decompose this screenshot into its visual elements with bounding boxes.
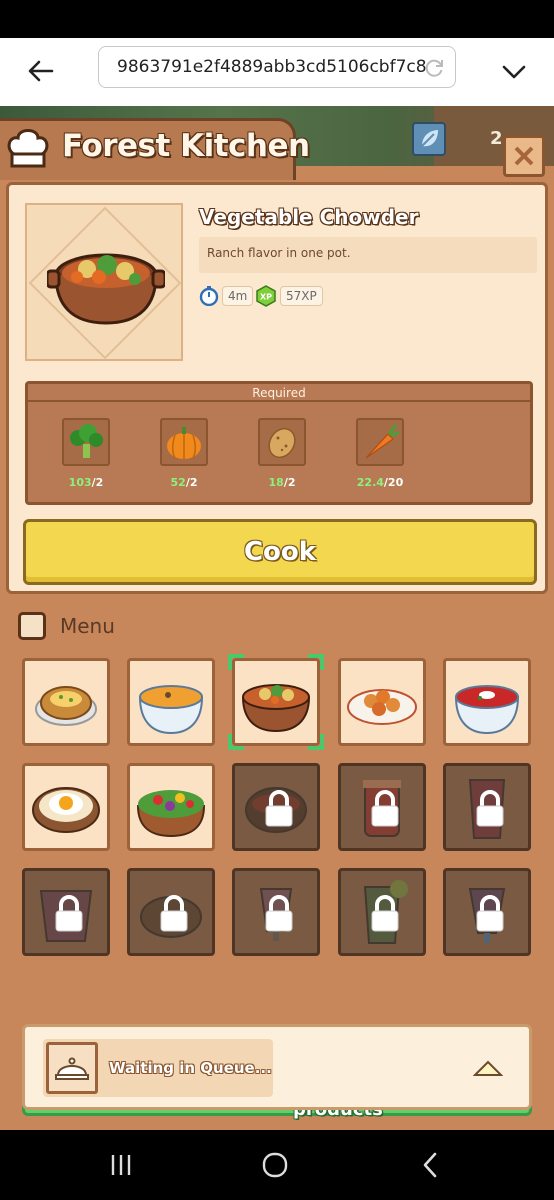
page-title: Forest Kitchen [62, 128, 310, 164]
menu-title: Menu [60, 614, 115, 638]
menu-book-icon [18, 612, 46, 640]
required-label: Required [252, 386, 306, 400]
resource-count: 2 [490, 128, 503, 149]
reload-icon[interactable] [423, 57, 445, 79]
lock-icon [476, 790, 504, 827]
menu-item-milkshake[interactable] [232, 868, 320, 956]
xp-icon: XP [256, 285, 276, 307]
lock-icon [371, 790, 399, 827]
baked-potato-icon [35, 686, 97, 726]
vegetable-chowder-icon [47, 253, 165, 325]
vegetable-chowder-icon [242, 684, 310, 733]
menu-item-porridge[interactable] [127, 868, 215, 956]
xp-reward: XP 57XP [255, 285, 323, 307]
ingredient-have: 52 [170, 476, 186, 489]
dish-image-frame [25, 203, 183, 361]
back-nav-icon[interactable] [416, 1150, 446, 1180]
ingredient-broccoli[interactable]: 103/2 [46, 418, 126, 489]
menu-item-borscht[interactable] [443, 658, 531, 746]
pumpkin-icon [167, 427, 201, 459]
chef-hat-icon [7, 129, 49, 168]
menu-item-jam-jar[interactable] [338, 763, 426, 851]
ingredient-potato[interactable]: 18/2 [242, 418, 322, 489]
pumpkin-soup-icon [138, 685, 204, 735]
url-field[interactable]: 9863791e2f4889abb3cd5106cbf7c8 [98, 46, 456, 88]
chevron-down-icon[interactable] [500, 58, 528, 86]
xp-badge-text: XP [260, 293, 272, 302]
lock-icon [476, 895, 504, 932]
back-arrow-icon[interactable] [26, 56, 56, 86]
menu-item-pumpkin-soup[interactable] [127, 658, 215, 746]
ingredient-pumpkin[interactable]: 52/2 [144, 418, 224, 489]
home-icon[interactable] [260, 1150, 290, 1180]
cook-button[interactable]: Cook [23, 519, 537, 585]
recipe-panel: Vegetable Chowder Ranch flavor in one po… [6, 182, 548, 594]
menu-item-baked-potato[interactable] [22, 658, 110, 746]
fried-dumplings-icon [347, 689, 417, 725]
queue-panel: Waiting in Queue... [22, 1024, 532, 1110]
borscht-icon [454, 685, 520, 735]
required-ingredients: Required 103/2 52/2 18/2 22.4/20 [25, 381, 533, 505]
game-view: Forest Kitchen 2 Vegetable Chowder Ranch… [0, 106, 554, 1130]
menu-item-berry-drink[interactable] [443, 763, 531, 851]
cloche-icon [55, 1057, 89, 1080]
leaf-resource-icon [412, 122, 446, 156]
menu-item-grape-drink[interactable] [443, 868, 531, 956]
ingredient-have: 22.4 [356, 476, 384, 489]
cook-time-value: 4m [222, 286, 254, 306]
close-button[interactable] [503, 135, 545, 177]
menu-header: Menu [18, 612, 115, 640]
close-icon [514, 146, 534, 166]
menu-item-fried-dumplings[interactable] [338, 658, 426, 746]
lock-icon [265, 895, 293, 932]
cook-time: 4m [199, 285, 254, 307]
fried-egg-icon [32, 787, 100, 833]
broccoli-icon [70, 424, 103, 458]
menu-item-lime-drink[interactable] [338, 868, 426, 956]
carrot-icon [365, 424, 400, 459]
ingredient-need: /2 [283, 476, 296, 489]
recent-apps-icon[interactable] [106, 1150, 136, 1180]
queue-status: Waiting in Queue... [109, 1059, 272, 1077]
lock-icon [371, 895, 399, 932]
ingredient-carrot[interactable]: 22.4/20 [340, 418, 420, 489]
menu-item-berry-parfait[interactable] [22, 868, 110, 956]
menu-item-stew-pot[interactable] [232, 763, 320, 851]
salad-icon [136, 790, 206, 838]
ingredient-need: /20 [383, 476, 404, 489]
dish-description: Ranch flavor in one pot. [199, 237, 537, 273]
lock-icon [160, 895, 188, 932]
ingredient-need: /2 [91, 476, 104, 489]
lock-icon [55, 895, 83, 932]
expand-up-icon[interactable] [473, 1057, 503, 1079]
potato-icon [268, 427, 296, 459]
ingredient-need: /2 [185, 476, 198, 489]
browser-toolbar: 9863791e2f4889abb3cd5106cbf7c8 [0, 38, 554, 106]
queue-slot [46, 1042, 98, 1094]
queue-item: Waiting in Queue... [43, 1039, 273, 1097]
dish-name: Vegetable Chowder [199, 205, 419, 229]
menu-item-salad[interactable] [127, 763, 215, 851]
system-nav-bar [0, 1130, 554, 1200]
ingredient-have: 103 [68, 476, 92, 489]
stopwatch-icon [199, 286, 219, 306]
ingredient-have: 18 [268, 476, 284, 489]
url-text: 9863791e2f4889abb3cd5106cbf7c8 [117, 57, 427, 77]
status-bar [0, 0, 554, 38]
menu-item-vegetable-chowder[interactable] [228, 654, 324, 750]
menu-item-fried-egg[interactable] [22, 763, 110, 851]
lock-icon [265, 790, 293, 827]
xp-value: 57XP [280, 286, 323, 306]
